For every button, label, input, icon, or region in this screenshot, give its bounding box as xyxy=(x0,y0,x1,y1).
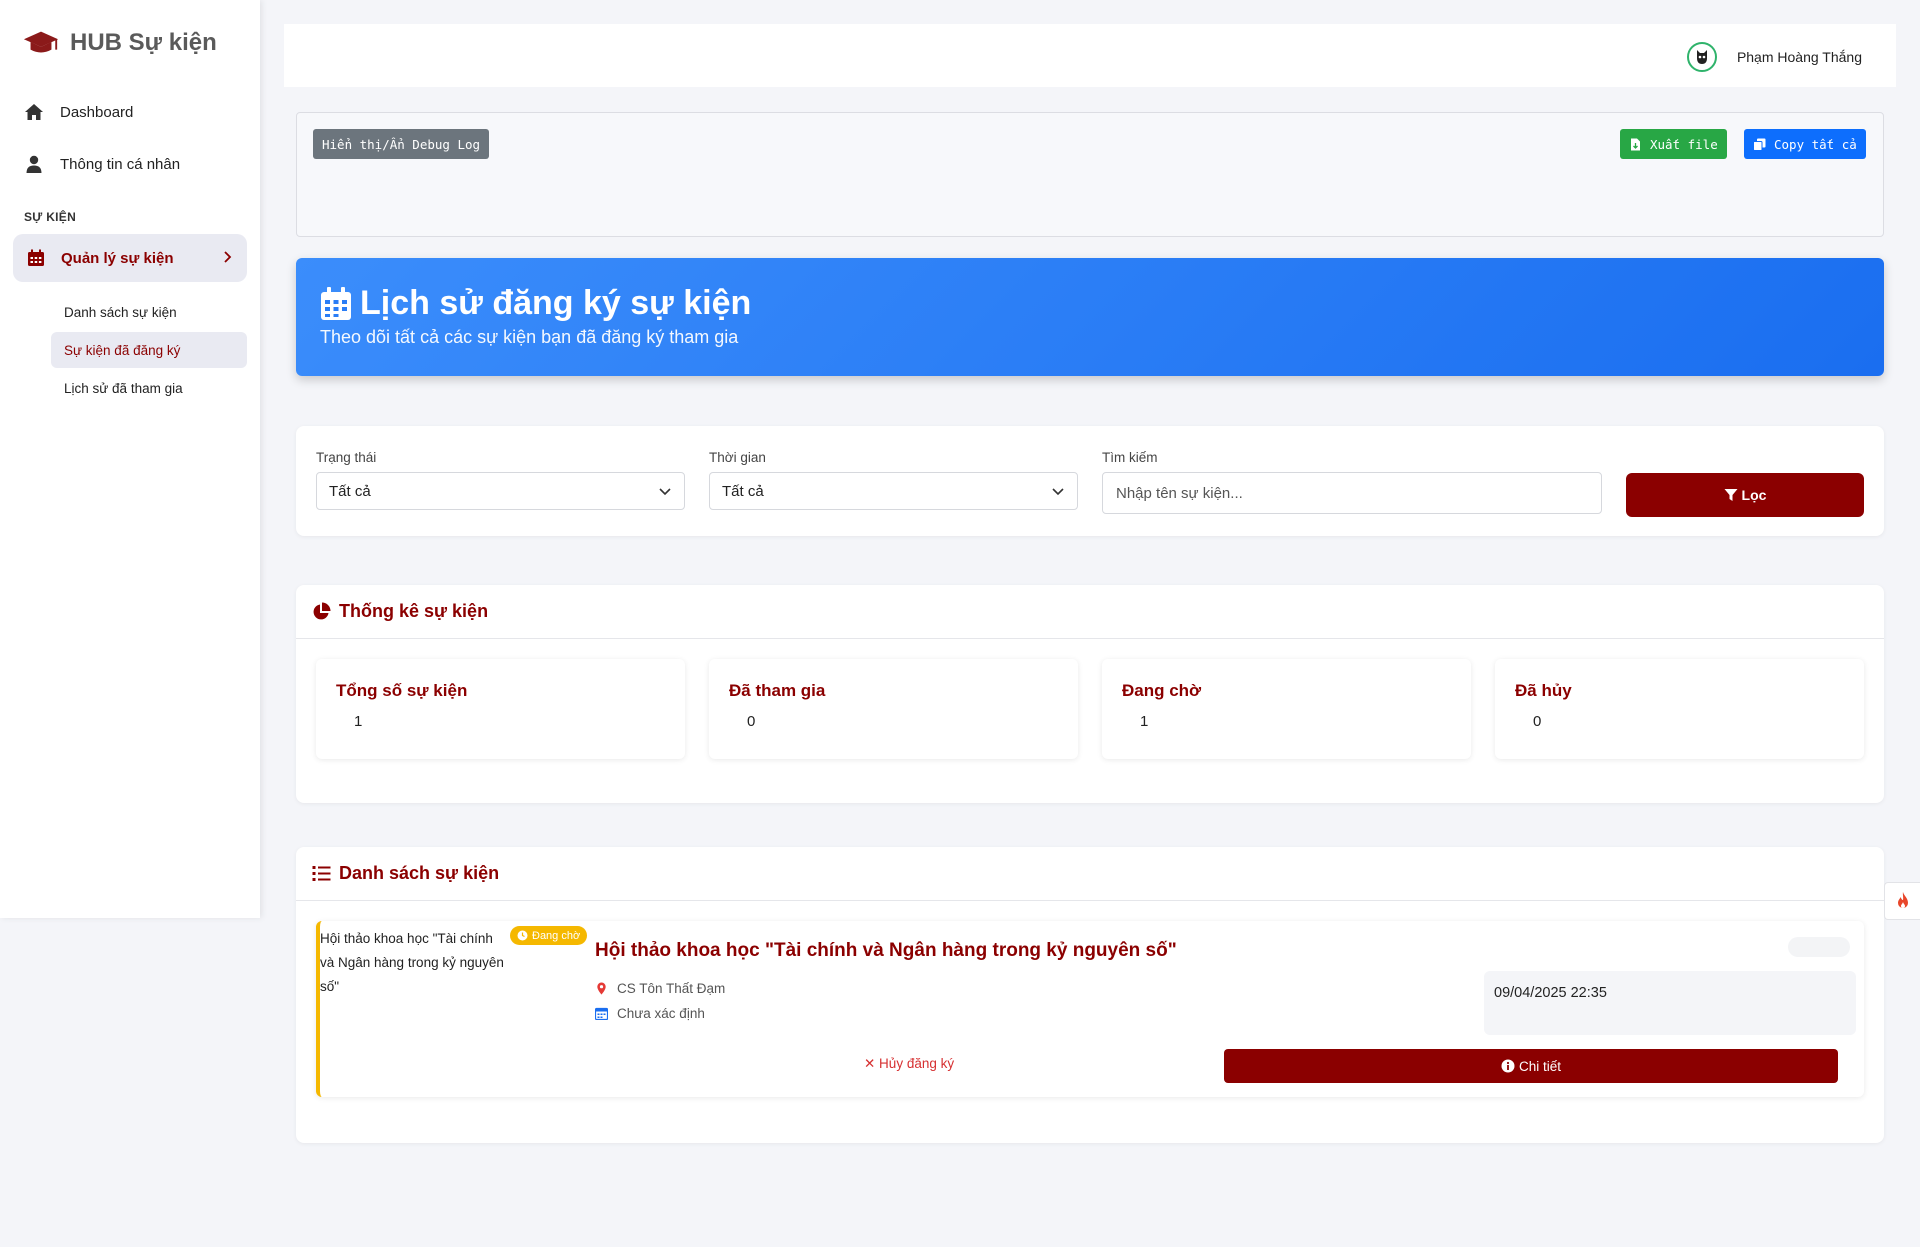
copy-all-label: Copy tất cả xyxy=(1774,136,1857,152)
chevron-down-icon xyxy=(659,488,671,496)
stat-attended: Đã tham gia 0 xyxy=(709,659,1078,759)
event-date: Chưa xác định xyxy=(595,1006,705,1021)
status-filter: Trạng thái Tất cả xyxy=(316,450,685,510)
stat-total-events: Tổng số sự kiện 1 xyxy=(316,659,685,759)
status-filter-label: Trạng thái xyxy=(316,450,377,465)
page-subtitle: Theo dõi tất cả các sự kiện bạn đã đăng … xyxy=(320,327,739,347)
avatar xyxy=(1686,42,1717,72)
stat-value: 1 xyxy=(1140,713,1149,730)
filter-icon xyxy=(1724,489,1738,501)
stat-cancelled: Đã hủy 0 xyxy=(1495,659,1864,759)
user-name: Phạm Hoàng Thắng xyxy=(1736,49,1862,65)
cancel-registration-button[interactable]: ✕ Hủy đăng ký xyxy=(864,1056,954,1072)
sidebar: HUB Sự kiện Dashboard Thông tin cá nhân … xyxy=(0,0,260,918)
time-select-value: Tất cả xyxy=(722,482,764,500)
floating-fire-button[interactable] xyxy=(1884,882,1920,920)
event-location: CS Tôn Thất Đạm xyxy=(595,981,725,996)
sidebar-item-label: Thông tin cá nhân xyxy=(60,155,181,173)
sidebar-subnav: Danh sách sự kiện Sự kiện đã đăng ký Lịc… xyxy=(0,282,260,406)
event-thumbnail-alt-text: Hội thảo khoa học "Tài chính và Ngân hàn… xyxy=(320,931,504,994)
event-location-text: CS Tôn Thất Đạm xyxy=(617,981,726,996)
event-detail-label: Chi tiết xyxy=(1518,1058,1562,1074)
chevron-down-icon xyxy=(1052,488,1064,496)
search-filter: Tìm kiếm xyxy=(1102,450,1602,514)
clock-icon xyxy=(517,930,528,941)
sidebar-subitem-registered-events[interactable]: Sự kiện đã đăng ký xyxy=(51,332,247,368)
time-filter-label: Thời gian xyxy=(709,450,766,465)
event-list-heading: Danh sách sự kiện xyxy=(296,847,1884,901)
section-label-events: SỰ KIỆN xyxy=(24,210,77,224)
stat-value: 1 xyxy=(354,713,363,730)
status-select-value: Tất cả xyxy=(329,482,371,500)
event-tag-placeholder xyxy=(1788,937,1850,957)
status-select[interactable]: Tất cả xyxy=(316,472,685,510)
calendar-icon xyxy=(321,286,351,320)
debug-panel: Hiển thị/Ẩn Debug Log Xuất file Copy tất… xyxy=(296,112,1884,237)
time-select[interactable]: Tất cả xyxy=(709,472,1078,510)
page-hero: Lịch sử đăng ký sự kiện Theo dõi tất cả … xyxy=(296,258,1884,376)
fire-icon xyxy=(1897,892,1908,908)
stats-card: Thống kê sự kiện Tổng số sự kiện 1 Đã th… xyxy=(296,585,1884,803)
stat-title: Đã hủy xyxy=(1515,681,1572,700)
event-detail-button[interactable]: Chi tiết xyxy=(1224,1049,1838,1083)
event-card: Hội thảo khoa học "Tài chính và Ngân hàn… xyxy=(316,921,1864,1097)
time-filter: Thời gian Tất cả xyxy=(709,450,1078,510)
graduation-cap-icon xyxy=(23,31,59,53)
stat-pending: Đang chờ 1 xyxy=(1102,659,1471,759)
topbar: Phạm Hoàng Thắng xyxy=(284,24,1896,87)
brand-name: HUB Sự kiện xyxy=(70,29,217,56)
sidebar-item-event-management[interactable]: Quản lý sự kiện xyxy=(13,234,247,282)
search-input[interactable] xyxy=(1102,472,1602,514)
event-list-card: Danh sách sự kiện Hội thảo khoa học "Tài… xyxy=(296,847,1884,1143)
sidebar-item-label: Dashboard xyxy=(60,103,134,121)
export-file-button[interactable]: Xuất file xyxy=(1620,129,1727,159)
stats-heading-text: Thống kê sự kiện xyxy=(339,601,489,621)
pie-chart-icon xyxy=(313,602,331,620)
calendar-icon xyxy=(595,1007,608,1020)
filter-card: Trạng thái Tất cả Thời gian Tất cả Tìm k… xyxy=(296,426,1884,536)
search-filter-label: Tìm kiếm xyxy=(1102,450,1158,465)
stat-title: Đã tham gia xyxy=(729,681,826,700)
export-file-label: Xuất file xyxy=(1650,136,1718,152)
avatar-icon xyxy=(1696,50,1707,64)
stat-value: 0 xyxy=(747,713,756,730)
toggle-debug-log-button[interactable]: Hiển thị/Ẩn Debug Log xyxy=(313,129,490,159)
file-export-icon xyxy=(1631,138,1640,150)
stat-title: Tổng số sự kiện xyxy=(336,681,468,700)
sidebar-subitem-event-list[interactable]: Danh sách sự kiện xyxy=(51,294,247,330)
info-icon xyxy=(1501,1059,1515,1073)
copy-icon xyxy=(1753,138,1766,151)
calendar-icon xyxy=(28,249,44,266)
stat-value: 0 xyxy=(1533,713,1542,730)
chevron-right-icon xyxy=(224,251,232,263)
map-marker-icon xyxy=(597,982,606,995)
brand[interactable]: HUB Sự kiện xyxy=(0,0,260,86)
status-badge: Đang chờ xyxy=(510,926,588,945)
sidebar-item-label: Quản lý sự kiện xyxy=(61,249,174,267)
copy-all-button[interactable]: Copy tất cả xyxy=(1744,129,1866,159)
user-menu[interactable]: Phạm Hoàng Thắng xyxy=(1686,42,1862,72)
status-badge-label: Đang chờ xyxy=(532,929,581,942)
filter-button-label: Lọc xyxy=(1741,487,1767,503)
list-icon xyxy=(312,866,331,881)
user-icon xyxy=(26,155,42,173)
event-list-heading-text: Danh sách sự kiện xyxy=(339,863,500,883)
stat-title: Đang chờ xyxy=(1122,681,1202,700)
sidebar-item-profile[interactable]: Thông tin cá nhân xyxy=(0,138,260,190)
home-icon xyxy=(25,104,43,120)
page-title: Lịch sử đăng ký sự kiện xyxy=(320,284,1860,323)
page-title-text: Lịch sử đăng ký sự kiện xyxy=(360,284,752,322)
event-date-text: Chưa xác định xyxy=(617,1006,705,1021)
sidebar-item-dashboard[interactable]: Dashboard xyxy=(0,86,260,138)
event-title[interactable]: Hội thảo khoa học "Tài chính và Ngân hàn… xyxy=(595,940,1177,962)
sidebar-subitem-attended-history[interactable]: Lịch sử đã tham gia xyxy=(51,370,247,406)
stats-heading: Thống kê sự kiện xyxy=(296,585,1884,639)
filter-button[interactable]: Lọc xyxy=(1626,473,1864,517)
registration-time: 09/04/2025 22:35 xyxy=(1484,971,1856,1035)
